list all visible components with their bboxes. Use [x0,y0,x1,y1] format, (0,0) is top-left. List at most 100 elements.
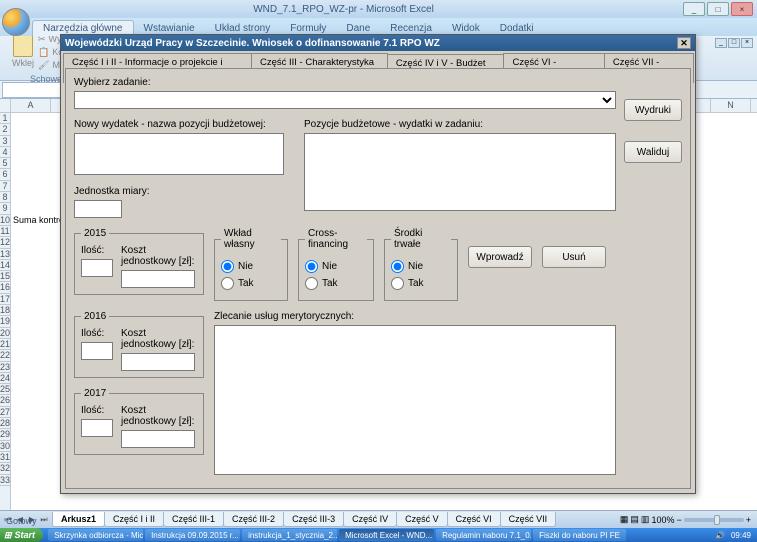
wybierz-zadanie-label: Wybierz zadanie: [74,77,616,88]
koszt-2015-label: Koszt jednostkowy [zł]: [121,245,197,267]
sheet-tab-czesc-3-3[interactable]: Część III-3 [283,512,344,527]
row-header-24[interactable]: 24 [0,373,10,384]
tray-clock: 09:49 [731,531,751,540]
close-button[interactable]: × [731,2,753,16]
sheet-tab-czesc-1-2[interactable]: Część I i II [104,512,164,527]
wybierz-zadanie-select[interactable] [74,91,616,109]
col-header-O[interactable]: O [751,99,757,112]
window-title: WND_7.1_RPO_WZ-pr - Microsoft Excel [4,4,683,15]
row-header-28[interactable]: 28 [0,418,10,429]
tray-icon[interactable]: 🔊 [715,531,725,540]
row-header-18[interactable]: 18 [0,305,10,316]
taskbar-item-outlook[interactable]: Skrzynka odbiorcza - Mic... [48,529,143,541]
row-header-30[interactable]: 30 [0,441,10,452]
rok-2015-label: 2015 [81,228,109,239]
sheet-tab-arkusz1[interactable]: Arkusz1 [52,512,105,527]
taskbar-item-regulamin[interactable]: Regulamin naboru 7.1_0... [436,529,531,541]
row-header-27[interactable]: 27 [0,407,10,418]
waliduj-button[interactable]: Waliduj [624,141,682,163]
nowy-wydatek-label: Nowy wydatek - nazwa pozycji budżetowej: [74,119,284,130]
taskbar-item-instrukcja1[interactable]: Instrukcja 09.09.2015 r... [145,529,240,541]
view-normal-icon[interactable]: ▦ [620,514,629,525]
row-header-22[interactable]: 22 [0,350,10,361]
row-header-33[interactable]: 33 [0,475,10,486]
row-header-16[interactable]: 16 [0,282,10,293]
start-button[interactable]: ⊞Start [0,528,43,542]
row-header-8[interactable]: 8 [0,192,10,203]
sheet-tab-czesc-5[interactable]: Część V [396,512,448,527]
zoom-in[interactable]: + [746,515,751,525]
ilosc-2016-input[interactable] [81,342,113,360]
dialog-close-button[interactable]: ✕ [677,37,691,49]
view-break-icon[interactable]: ▥ [641,514,650,525]
wklad-nie-radio[interactable]: Nie [221,260,281,273]
maximize-button[interactable]: □ [707,2,729,16]
paste-button[interactable]: Wklej [12,57,34,69]
row-header-26[interactable]: 26 [0,395,10,406]
row-header-21[interactable]: 21 [0,339,10,350]
dialog-title: Wojewódzki Urząd Pracy w Szczecinie. Wni… [65,38,440,49]
doc-minimize[interactable]: _ [715,38,727,48]
row-header-25[interactable]: 25 [0,384,10,395]
row-header-4[interactable]: 4 [0,147,10,158]
wprowadz-button[interactable]: Wprowadź [468,246,532,268]
taskbar-item-instrukcja2[interactable]: instrukcja_1_stycznia_2... [242,529,337,541]
row-header-6[interactable]: 6 [0,169,10,180]
nowy-wydatek-input[interactable] [74,133,284,175]
taskbar-item-excel[interactable]: Microsoft Excel - WND... [339,529,434,541]
col-header-N[interactable]: N [711,99,751,112]
sheet-tab-czesc-7[interactable]: Część VII [500,512,557,527]
row-header-29[interactable]: 29 [0,429,10,440]
row-header-9[interactable]: 9 [0,203,10,214]
jednostka-miary-input[interactable] [74,200,122,218]
zlecanie-uslug-textarea[interactable] [214,325,616,475]
taskbar-item-fiszki[interactable]: Fiszki do naboru PI FE [533,529,626,541]
srodki-nie-radio[interactable]: Nie [391,260,451,273]
row-header-12[interactable]: 12 [0,237,10,248]
row-header-2[interactable]: 2 [0,124,10,135]
rok-2016-label: 2016 [81,311,109,322]
row-header-13[interactable]: 13 [0,249,10,260]
ilosc-2015-input[interactable] [81,259,113,277]
view-layout-icon[interactable]: ▤ [630,514,639,525]
office-button[interactable] [2,8,30,36]
row-header-15[interactable]: 15 [0,271,10,282]
row-header-20[interactable]: 20 [0,328,10,339]
row-header-5[interactable]: 5 [0,158,10,169]
zoom-slider[interactable] [684,518,744,522]
ilosc-2017-input[interactable] [81,419,113,437]
minimize-button[interactable]: _ [683,2,705,16]
row-header-31[interactable]: 31 [0,452,10,463]
row-header-32[interactable]: 32 [0,463,10,474]
cross-nie-radio[interactable]: Nie [305,260,367,273]
wklad-tak-radio[interactable]: Tak [221,277,281,290]
doc-restore[interactable]: □ [728,38,740,48]
koszt-2016-input[interactable] [121,353,195,371]
row-header-7[interactable]: 7 [0,181,10,192]
row-header-1[interactable]: 1 [0,113,10,124]
usun-button[interactable]: Usuń [542,246,606,268]
srodki-tak-radio[interactable]: Tak [391,277,451,290]
sheet-tab-czesc-6[interactable]: Część VI [447,512,501,527]
zlecanie-uslug-label: Zlecanie usług merytorycznych: [214,311,616,322]
koszt-2015-input[interactable] [121,270,195,288]
doc-close[interactable]: × [741,38,753,48]
koszt-2017-input[interactable] [121,430,195,448]
col-header-A[interactable]: A [11,99,51,112]
row-header-3[interactable]: 3 [0,136,10,147]
pozycje-budzetowe-label: Pozycje budżetowe - wydatki w zadaniu: [304,119,616,130]
sheet-tab-czesc-4[interactable]: Część IV [343,512,397,527]
row-header-14[interactable]: 14 [0,260,10,271]
name-box[interactable] [2,82,62,98]
sheet-tab-czesc-3-1[interactable]: Część III-1 [163,512,224,527]
row-header-23[interactable]: 23 [0,362,10,373]
zoom-out[interactable]: − [676,515,681,525]
row-header-17[interactable]: 17 [0,294,10,305]
pozycje-budzetowe-list[interactable] [304,133,616,211]
wydruki-button[interactable]: Wydruki [624,99,682,121]
cross-tak-radio[interactable]: Tak [305,277,367,290]
row-header-10[interactable]: 10 [0,215,10,226]
sheet-tab-czesc-3-2[interactable]: Część III-2 [223,512,284,527]
row-header-19[interactable]: 19 [0,316,10,327]
row-header-11[interactable]: 11 [0,226,10,237]
